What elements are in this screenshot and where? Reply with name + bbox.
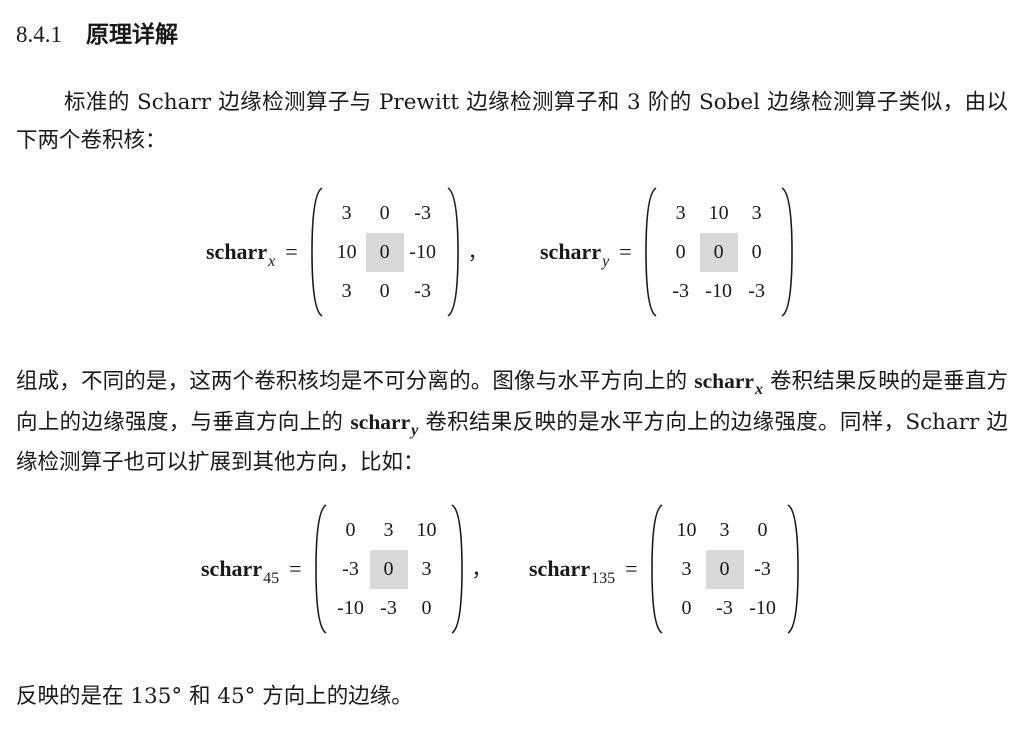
section-title: 原理详解 [86,21,178,48]
matrix-center-cell: 0 [369,549,408,589]
matrix-cell: 10 [676,518,697,541]
matrix-cell: 0 [751,240,762,263]
matrix-center-cell: 0 [365,232,404,272]
matrix-cell: -3 [414,279,431,302]
left-paren [310,187,323,317]
matrix: 0 3 10 -3 0 3 -10 -3 0 [332,511,446,628]
matrix-cell: 0 [379,279,390,302]
matrix-cell: 0 [675,240,686,263]
matrix-cell: 0 [379,201,390,224]
matrix-cell: 3 [421,557,432,580]
right-paren [447,187,459,317]
equation-scharr-x: scharrx = 3 0 -3 10 0 -10 3 0 -3 ， [206,186,488,318]
left-paren [650,504,663,634]
left-paren [314,504,327,634]
matrix-cell: -3 [380,596,397,619]
section-heading: 8.4.1 原理详解 [16,18,178,52]
matrix-cell: -3 [672,279,689,302]
matrix-cell: -3 [414,201,431,224]
matrix-cell: 3 [383,518,394,541]
right-paren [786,504,799,634]
matrix-cell: -3 [754,557,771,580]
equals-sign: = [619,239,632,264]
matrix-cell: 3 [341,201,352,224]
matrix-cell: -10 [337,596,364,619]
matrix-cell: -10 [749,596,776,619]
matrix-cell: 3 [751,201,762,224]
matrix-cell: 0 [421,596,432,619]
matrix-cell: 10 [336,240,357,263]
matrix-cell: 3 [675,201,686,224]
equation-scharr-135: scharr135 = 10 3 0 3 0 -3 0 -3 -10 [529,503,800,635]
matrix-label: scharr135 [529,556,616,587]
matrix: 10 3 0 3 0 -3 0 -3 -10 [668,511,782,628]
matrix-cell: -10 [705,279,732,302]
matrix-cell: 0 [757,518,768,541]
matrix-cell: -3 [342,557,359,580]
matrix-cell: 0 [345,518,356,541]
matrix: 3 0 -3 10 0 -10 3 0 -3 [328,194,442,311]
comma: ， [471,558,492,581]
comma: ， [467,241,488,264]
matrix-cell: 3 [341,279,352,302]
matrix-cell: 3 [719,518,730,541]
matrix-label: scharry [540,239,610,270]
section-number: 8.4.1 [16,22,62,47]
matrix-label: scharr45 [201,556,280,587]
matrix-center-cell: 0 [705,549,744,589]
right-paren [450,504,463,634]
right-paren [781,187,793,317]
matrix-cell: -3 [748,279,765,302]
intro-paragraph: 标准的 Scharr 边缘检测算子与 Prewitt 边缘检测算子和 3 阶的 … [16,90,1008,153]
inline-var-scharr-x: scharrx [694,369,763,398]
matrix-cell: -3 [716,596,733,619]
equation-scharr-y: scharry = 3 10 3 0 0 0 -3 -10 -3 [540,186,794,318]
matrix-cell: 3 [681,557,692,580]
matrix-cell: 10 [708,201,729,224]
equals-sign: = [285,239,298,264]
matrix-cell: 10 [416,518,437,541]
matrix-cell: 0 [681,596,692,619]
closing-paragraph: 反映的是在 135° 和 45° 方向上的边缘。 [16,684,413,709]
inline-var-scharr-y: scharry [350,410,419,439]
equals-sign: = [625,556,638,581]
matrix-label: scharrx [206,239,276,270]
matrix-cell: -10 [409,240,436,263]
left-paren [644,187,657,317]
equals-sign: = [289,556,302,581]
matrix: 3 10 3 0 0 0 -3 -10 -3 [662,194,776,311]
equation-scharr-45: scharr45 = 0 3 10 -3 0 3 -10 -3 0 ， [201,503,492,635]
matrix-center-cell: 0 [699,232,738,272]
body-paragraph: 组成，不同的是，这两个卷积核均是不可分离的。图像与水平方向上的 scharrx … [16,369,1008,475]
